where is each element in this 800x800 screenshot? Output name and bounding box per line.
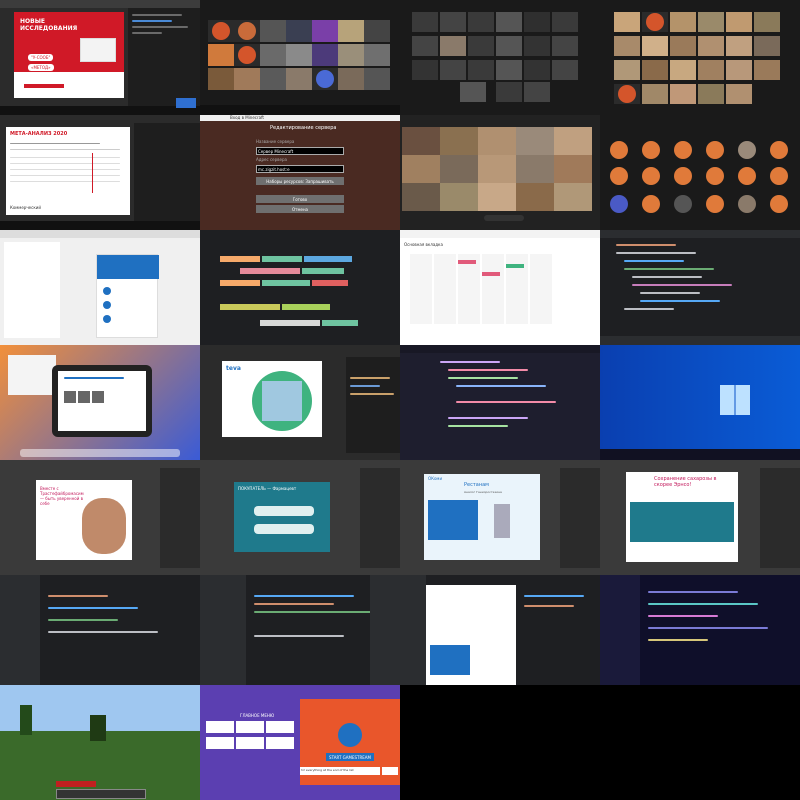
start-gamestream-button[interactable]: START GAMESTREAM [326,753,374,761]
tile-photoshop-2: ПОКУПАТЕЛЬ — Фармацевт [200,460,400,575]
banner-sub-3: Аналог Ганиоростезина [464,490,502,494]
mode-button-6[interactable] [266,737,294,749]
meta-headline: МЕТА-АНАЛИЗ 2020 [10,131,68,137]
mode-button-3[interactable] [266,721,294,733]
server-address-label: Адрес сервера [256,157,287,162]
resource-packs-button[interactable]: Наборы ресурсов: Запрашивать [256,177,344,185]
tile-ide-c [400,575,600,690]
health-bar [56,781,96,787]
windows-logo [720,385,750,415]
chat-input[interactable]: hi! everything at the end of the list [300,767,380,775]
tile-teva-editor: teva [200,345,400,460]
tile-ide-b [200,575,400,690]
meta-footer: Коммерческий [10,205,41,210]
banner-brand-3: ОКоми [428,476,443,481]
ad-headline: НОВЫЕ ИССЛЕДОВАНИЯ [20,18,78,32]
server-name-label: Название сервера [256,139,295,144]
mode-button-1[interactable] [206,721,234,733]
tile-minecraft-game [0,685,200,800]
teva-logo: teva [226,365,241,372]
tile-kanban-board-light: Основная вкладка [400,230,600,345]
done-button[interactable]: Готово [256,195,344,203]
tile-video-call-grid-cats [200,0,400,115]
tile-ad-editor-new-research: НОВЫЕ ИССЛЕДОВАНИЯ "У-СООБ" «МЕТОД» [0,0,200,115]
server-address-input[interactable]: mc.zigzit.host:e [256,165,344,173]
tile-windows-desktop [600,345,800,460]
menu-title: ГЛАВНОЕ МЕНЮ [240,713,275,718]
tile-ide-code-dark [600,230,800,345]
tile-video-call-people [400,115,600,230]
mode-button-4[interactable] [206,737,234,749]
banner-headline-3: Рестанам [464,482,489,488]
tile-photoshop-4: Сохранение сахарозы в скорее Эрнсо! [600,460,800,575]
banner-headline-2: ПОКУПАТЕЛЬ — Фармацевт [238,486,297,491]
ad-badge-1: "У-СООБ" [28,54,54,61]
tile-web-page-pharma [0,230,200,345]
tile-empty-2 [600,685,800,800]
tile-ide-a [0,575,200,690]
tile-minecraft-edit-server: Вход в Minecraft Редактирование сервера … [200,115,400,230]
tile-empty-1 [400,685,600,800]
dialog-title: Редактирование сервера [270,125,337,131]
banner-headline-1: Вместе с Трастефайбромасим — быть уверен… [40,486,84,506]
window-title: Вход в Minecraft [230,115,264,120]
tile-kanban-board-dark [200,230,400,345]
tile-photoshop-1: Вместе с Трастефайбромасим — быть уверен… [0,460,200,575]
tile-macos-tablet-mockup [0,345,200,460]
tile-video-call-grid-dark [400,0,600,115]
product-box [80,38,116,62]
tile-video-call-fox-grid [600,115,800,230]
tile-ide-d [600,575,800,690]
tile-meta-analysis-editor: МЕТА-АНАЛИЗ 2020 Коммерческий [0,115,200,230]
tile-video-call-grid-hats [600,0,800,115]
board-breadcrumb: Основная вкладка [404,242,443,247]
tile-photoshop-3: ОКоми Рестанам Аналог Ганиоростезина [400,460,600,575]
banner-headline-4: Сохранение сахарозы в скорее Эрнсо! [654,476,717,488]
tile-game-menu: ГЛАВНОЕ МЕНЮ START GAMESTREAM hi! everyt… [200,685,400,800]
avatar-icon [338,723,362,747]
minecraft-hotbar [56,789,146,799]
send-button[interactable] [382,767,398,775]
server-name-input[interactable]: Сервер Minecraft [256,147,344,155]
cancel-button[interactable]: Отмена [256,205,344,213]
ad-canvas: НОВЫЕ ИССЛЕДОВАНИЯ "У-СООБ" «МЕТОД» [14,12,124,98]
mode-button-2[interactable] [236,721,264,733]
mode-button-5[interactable] [236,737,264,749]
tile-ide-code-purple [400,345,600,460]
ad-badge-2: «МЕТОД» [28,64,54,71]
